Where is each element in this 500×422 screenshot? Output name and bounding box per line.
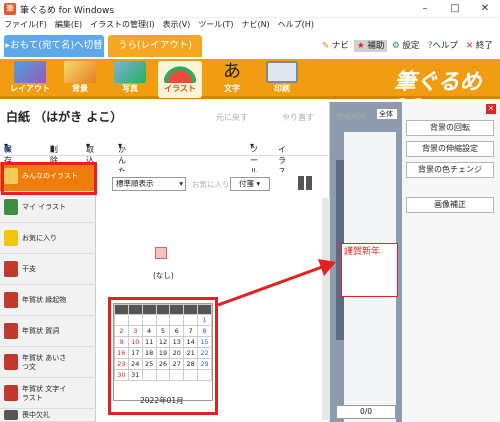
category-list: みんなのイラスト マイ イラスト お気に入り 干支 年賀状 縁起物 年賀状 賀詞… — [0, 162, 96, 422]
title-bar: 筆 筆ぐるめ for Windows – □ ✕ — [0, 0, 500, 18]
maximize-button[interactable]: □ — [440, 0, 470, 18]
area-delete-button[interactable]: 領域削除 — [336, 111, 366, 122]
menu-illust-manage[interactable]: イラストの管理(I) — [86, 18, 158, 31]
category-item-engimono[interactable]: 年賀状 縁起物 — [0, 286, 96, 316]
ura-layout-tab[interactable]: うら(レイアウト) — [108, 35, 202, 57]
menu-help[interactable]: ヘルプ(H) — [274, 18, 318, 31]
exit-button[interactable]: ✕ 終了 — [466, 40, 493, 52]
image-correct-button[interactable]: 画像補正 — [406, 197, 494, 213]
category-icon — [4, 261, 18, 277]
take-button[interactable]: 取込 ▾ — [86, 141, 94, 165]
close-icon[interactable]: ✕ — [486, 104, 496, 114]
bg-rotate-button[interactable]: 背景の回転 — [406, 120, 494, 136]
bg-scale-button[interactable]: 背景の伸縮設定 — [406, 141, 494, 157]
card-text: 謹賀新年 — [344, 247, 381, 257]
tag-filter-select[interactable]: 付箋 ▾ — [230, 177, 270, 191]
mode-bar: ▸おもて(宛て名)へ切替 うら(レイアウト) ✎ ナビ ★ 補助 ⚙ 設定 ?ヘ… — [0, 31, 500, 59]
zoom-select[interactable]: 全体 — [376, 108, 398, 120]
hojo-button[interactable]: ★ 補助 — [354, 40, 388, 52]
none-label: (なし) — [153, 271, 174, 280]
navi-button[interactable]: ✎ ナビ — [322, 40, 349, 52]
illust-toolbar: ▣保存 ▾ ▮削除 取込 ▾ かんたんレイアウト ▾ ツール ▾ イラスト追加 — [0, 138, 330, 242]
grid-view-icon[interactable] — [298, 176, 312, 190]
close-icon: ✕ — [466, 41, 474, 51]
menu-file[interactable]: ファイル(F) — [0, 18, 51, 31]
photo-icon — [114, 61, 146, 83]
menu-edit[interactable]: 編集(E) — [51, 18, 86, 31]
category-icon — [4, 385, 18, 401]
close-window-button[interactable]: ✕ — [470, 0, 500, 18]
highlight-frame-calendar — [108, 297, 218, 415]
menu-bar: ファイル(F) 編集(E) イラストの管理(I) 表示(V) ツール(T) ナビ(N) ヘル… — [0, 18, 500, 31]
category-item-my[interactable]: マイ イラスト — [0, 193, 96, 223]
chevron-down-icon: ▾ — [179, 179, 183, 188]
settei-button[interactable]: ⚙ 設定 — [392, 40, 419, 52]
gear-icon: ⚙ — [392, 41, 400, 51]
save-button[interactable]: ▣ 保存 ▾ — [4, 141, 12, 165]
highlight-frame-category — [1, 162, 97, 195]
background-icon — [64, 61, 96, 83]
watermelon-icon — [164, 61, 196, 83]
category-icon — [4, 323, 18, 339]
tool-button[interactable]: ツール ▾ — [250, 141, 258, 176]
menu-tool[interactable]: ツール(T) — [194, 18, 237, 31]
category-item-moji[interactable]: 年賀状 文字イラスト — [0, 379, 96, 409]
help-button[interactable]: ?ヘルプ — [428, 40, 458, 52]
nav-background[interactable]: 背景 — [58, 61, 102, 97]
category-item-eto[interactable]: 干支 — [0, 255, 96, 285]
category-item-favorite[interactable]: お気に入り — [0, 224, 96, 254]
category-icon — [4, 354, 18, 370]
page-title: 白紙 （はがき よこ） — [6, 110, 123, 124]
bg-color-change-button[interactable]: 背景の色チェンジ — [406, 162, 494, 178]
category-icon — [4, 292, 18, 308]
easy-layout-button[interactable]: かんたんレイアウト ▾ — [118, 141, 126, 242]
none-thumbnail-icon[interactable] — [155, 247, 167, 259]
window-title: 筆ぐるめ for Windows — [20, 6, 115, 16]
star-icon — [4, 230, 18, 246]
category-icon — [4, 410, 18, 420]
menu-navi[interactable]: ナビ(N) — [237, 18, 273, 31]
nav-illust[interactable]: イラスト — [158, 61, 202, 98]
favorite-filter[interactable]: お気に入り — [192, 179, 230, 190]
nav-photo[interactable]: 写真 — [108, 61, 152, 97]
star-icon: ★ — [357, 41, 365, 51]
navi-icon: ✎ — [322, 41, 330, 51]
minimize-button[interactable]: – — [410, 0, 440, 18]
list-scrollbar[interactable] — [322, 198, 330, 420]
category-item-aisatsu[interactable]: 年賀状 あいさつ文 — [0, 348, 96, 378]
printer-icon — [266, 61, 298, 83]
page-indicator: 0/0 — [336, 405, 396, 419]
nav-print[interactable]: 印刷 — [260, 61, 304, 97]
layout-icon — [14, 61, 46, 83]
category-item-mochu[interactable]: 喪中欠礼 — [0, 410, 96, 422]
switch-omote-tab[interactable]: ▸おもて(宛て名)へ切替 — [4, 35, 104, 57]
undo-button[interactable]: 元に戻す — [216, 112, 248, 123]
category-item-gashi[interactable]: 年賀状 賀詞 — [0, 317, 96, 347]
nav-text[interactable]: あ 文字 — [210, 61, 254, 97]
brush-text-icon: あ — [223, 61, 241, 82]
redo-button[interactable]: やり直す — [282, 112, 314, 123]
menu-view[interactable]: 表示(V) — [159, 18, 195, 31]
app-icon: 筆 — [4, 3, 16, 15]
nav-layout[interactable]: レイアウト — [8, 61, 52, 97]
category-icon — [4, 199, 18, 215]
sort-select[interactable]: 標準順表示 ▾ — [112, 177, 186, 191]
